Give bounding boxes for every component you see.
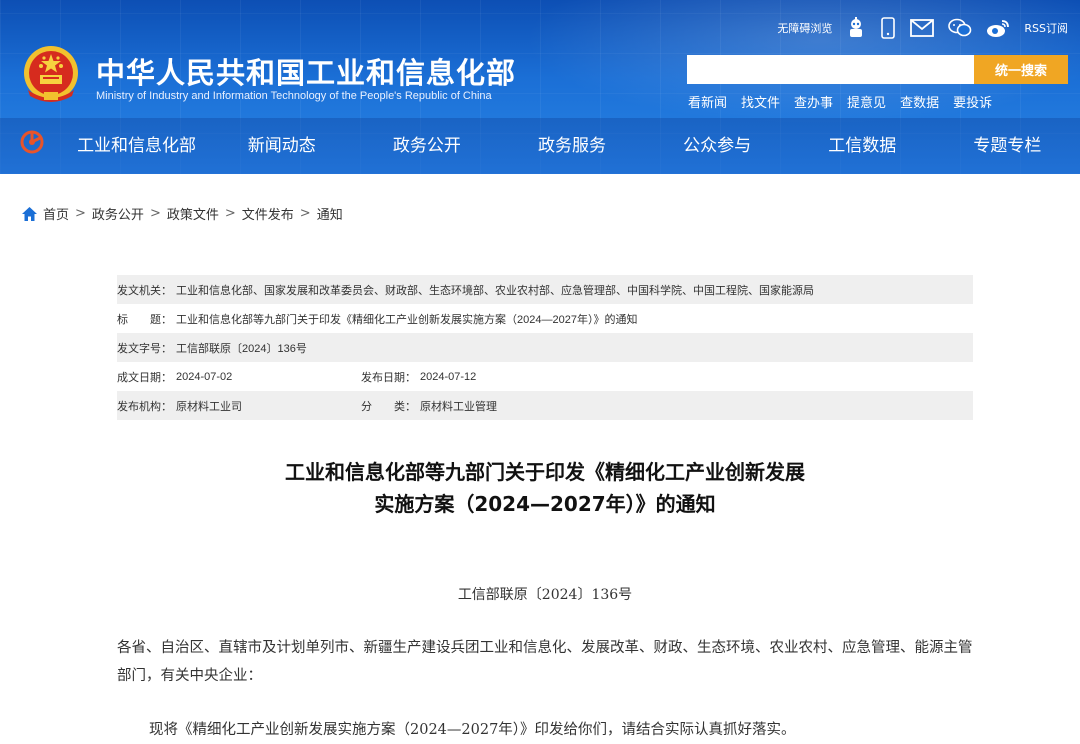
- mobile-icon[interactable]: [880, 17, 896, 39]
- quick-link-news[interactable]: 看新闻: [688, 92, 727, 111]
- document-title-line: 工业和信息化部等九部门关于印发《精细化工产业创新发展: [285, 460, 805, 484]
- breadcrumb-notice[interactable]: 通知: [317, 204, 343, 223]
- rss-link[interactable]: RSS订阅: [1024, 20, 1068, 36]
- weibo-icon[interactable]: [986, 18, 1010, 38]
- breadcrumb-gov-affairs[interactable]: 政务公开: [92, 204, 144, 223]
- national-emblem-icon: [24, 46, 78, 102]
- meta-cell: 成文日期： 2024-07-02: [117, 369, 361, 385]
- meta-label: 发文字号：: [117, 342, 172, 355]
- wechat-icon[interactable]: [948, 18, 972, 38]
- breadcrumb-separator: >: [224, 206, 236, 221]
- quick-link-data[interactable]: 查数据: [900, 92, 939, 111]
- meta-cell: 分 类： 原材料工业管理: [361, 398, 497, 414]
- meta-value: 原材料工业司: [176, 400, 242, 413]
- meta-label: 分 类：: [361, 400, 416, 413]
- meta-label: 发布机构：: [117, 400, 172, 413]
- meta-row-docno: 发文字号： 工信部联原〔2024〕136号: [117, 333, 973, 362]
- meta-cell: 发文机关： 工业和信息化部、国家发展和改革委员会、财政部、生态环境部、农业农村部…: [117, 282, 814, 298]
- meta-label: 发文机关：: [117, 284, 172, 297]
- meta-value: 工业和信息化部等九部门关于印发《精细化工产业创新发展实施方案（2024—2027…: [176, 313, 638, 326]
- meta-value: 原材料工业管理: [420, 400, 497, 413]
- meta-cell: 发布日期： 2024-07-12: [361, 369, 476, 385]
- breadcrumb-separator: >: [299, 206, 311, 221]
- site-title: 中华人民共和国工业和信息化部: [96, 56, 517, 90]
- accessibility-link[interactable]: 无障碍浏览: [777, 20, 832, 36]
- main-nav: 工业和信息化部 新闻动态 政务公开 政务服务 公众参与 工信数据 专题专栏: [64, 123, 1080, 163]
- nav-item-topics[interactable]: 专题专栏: [935, 123, 1080, 163]
- breadcrumb-policy[interactable]: 政策文件: [167, 204, 219, 223]
- nav-item-news[interactable]: 新闻动态: [209, 123, 354, 163]
- meta-row-title: 标 题： 工业和信息化部等九部门关于印发《精细化工产业创新发展实施方案（2024…: [117, 304, 973, 333]
- search-button[interactable]: 统一搜索: [974, 55, 1068, 84]
- nav-item-gov-services[interactable]: 政务服务: [499, 123, 644, 163]
- document-title-line: 实施方案（2024—2027年）》的通知: [374, 492, 716, 516]
- meta-value: 工信部联原〔2024〕136号: [176, 342, 307, 355]
- meta-value: 工业和信息化部、国家发展和改革委员会、财政部、生态环境部、农业农村部、应急管理部…: [176, 284, 814, 297]
- nav-item-public[interactable]: 公众参与: [645, 123, 790, 163]
- meta-cell: 标 题： 工业和信息化部等九部门关于印发《精细化工产业创新发展实施方案（2024…: [117, 311, 637, 327]
- top-toolbar: 无障碍浏览 RSS订阅: [777, 14, 1068, 42]
- home-icon[interactable]: [22, 206, 37, 221]
- meta-label: 标 题：: [117, 313, 172, 326]
- site-header: 中华人民共和国工业和信息化部 Ministry of Industry and …: [0, 0, 1080, 174]
- search-input[interactable]: [687, 55, 974, 84]
- meta-row-issuer: 发文机关： 工业和信息化部、国家发展和改革委员会、财政部、生态环境部、农业农村部…: [117, 275, 973, 304]
- site-subtitle: Ministry of Industry and Information Tec…: [96, 90, 492, 102]
- document-title: 工业和信息化部等九部门关于印发《精细化工产业创新发展 实施方案（2024—202…: [117, 456, 973, 520]
- breadcrumb: 首页 > 政务公开 > 政策文件 > 文件发布 > 通知: [22, 204, 343, 223]
- breadcrumb-releases[interactable]: 文件发布: [242, 204, 294, 223]
- search-bar: 统一搜索: [687, 55, 1068, 84]
- document-paragraph: 各省、自治区、直辖市及计划单列市、新疆生产建设兵团工业和信息化、发展改革、财政、…: [117, 640, 973, 684]
- document-meta-table: 发文机关： 工业和信息化部、国家发展和改革委员会、财政部、生态环境部、农业农村部…: [117, 275, 973, 420]
- quick-links: 看新闻 找文件 查办事 提意见 查数据 要投诉: [688, 92, 992, 111]
- nav-item-data[interactable]: 工信数据: [790, 123, 935, 163]
- meta-cell: 发布机构： 原材料工业司: [117, 398, 361, 414]
- meta-label: 发布日期：: [361, 371, 416, 384]
- quick-link-feedback[interactable]: 提意见: [847, 92, 886, 111]
- meta-value: 2024-07-02: [176, 370, 233, 383]
- meta-cell: 发文字号： 工信部联原〔2024〕136号: [117, 340, 307, 356]
- robot-assistant-icon[interactable]: [846, 17, 866, 39]
- meta-value: 2024-07-12: [420, 370, 477, 383]
- quick-link-services[interactable]: 查办事: [794, 92, 833, 111]
- quick-link-files[interactable]: 找文件: [741, 92, 780, 111]
- breadcrumb-separator: >: [75, 206, 86, 221]
- nav-item-ministry[interactable]: 工业和信息化部: [64, 123, 209, 163]
- nav-item-gov-affairs[interactable]: 政务公开: [354, 123, 499, 163]
- quick-link-complaint[interactable]: 要投诉: [953, 92, 992, 111]
- document-number: 工信部联原〔2024〕136号: [457, 587, 633, 603]
- mail-icon[interactable]: [910, 19, 935, 37]
- home-logo-icon[interactable]: [20, 130, 44, 154]
- document-paragraph: 现将《精细化工产业创新发展实施方案（2024—2027年）》印发给你们，请结合实…: [149, 722, 796, 738]
- breadcrumb-separator: >: [149, 206, 161, 221]
- meta-label: 成文日期：: [117, 371, 172, 384]
- meta-row-dates: 成文日期： 2024-07-02 发布日期： 2024-07-12: [117, 362, 973, 391]
- meta-row-agency: 发布机构： 原材料工业司 分 类： 原材料工业管理: [117, 391, 973, 420]
- breadcrumb-home[interactable]: 首页: [43, 204, 69, 223]
